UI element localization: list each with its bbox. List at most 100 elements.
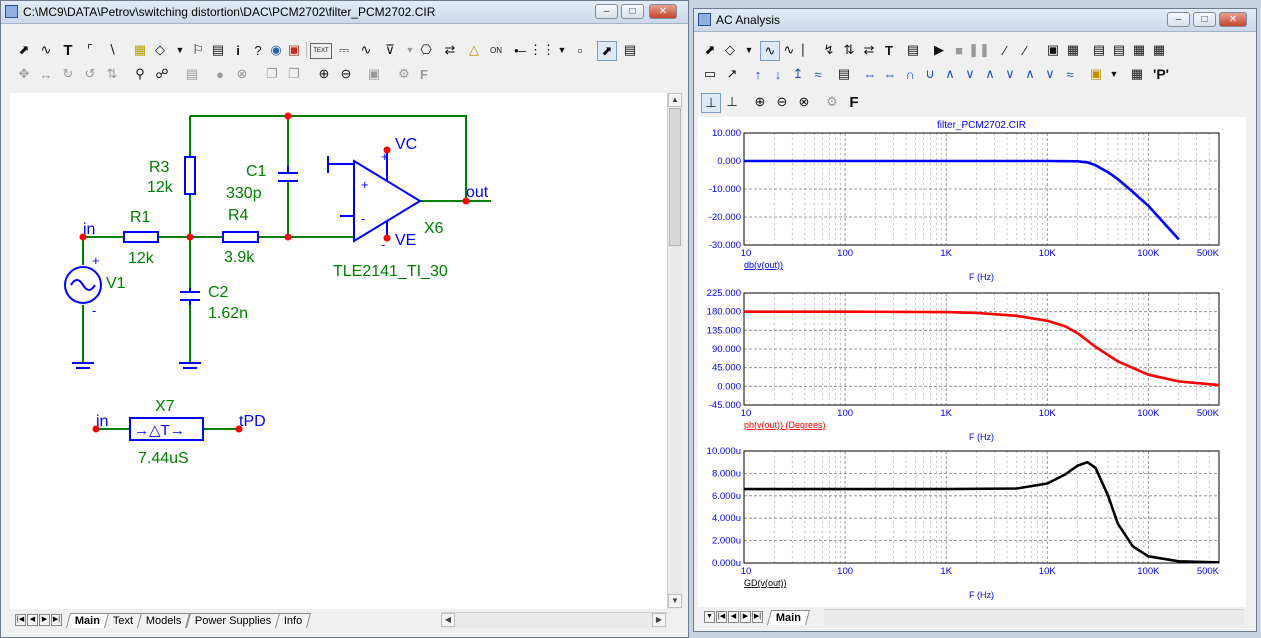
edit-icon[interactable]: ↯ (820, 41, 838, 59)
find-icon[interactable]: ⚲ (131, 65, 149, 83)
bump-icon[interactable]: ≈ (1061, 65, 1079, 83)
peak4-icon[interactable]: ∧ (1021, 65, 1039, 83)
waveform-icon[interactable]: ∿ (780, 41, 798, 59)
move-icon[interactable]: ✥ (15, 65, 33, 83)
plot-icon[interactable]: ⎸ (800, 41, 818, 59)
cursor-tool-icon[interactable]: ⬈ (597, 41, 617, 61)
cancel-icon[interactable]: ⊗ (233, 65, 251, 83)
properties-icon[interactable]: ▤ (621, 41, 639, 59)
frame-icon[interactable]: ▣ (1044, 41, 1062, 59)
camera-icon[interactable]: ▣ (365, 65, 383, 83)
pin-icon[interactable]: ∿ (357, 41, 375, 59)
plot-canvas[interactable]: filter_PCM2702.CIR 10.000 0.000 -10.000 -20.… (698, 117, 1246, 607)
cursor-icon[interactable]: ↗ (723, 65, 741, 83)
rotate-icon[interactable]: ↻ (59, 65, 77, 83)
stop-icon[interactable]: ● (211, 65, 229, 83)
valley2-icon[interactable]: ∨ (961, 65, 979, 83)
peak3-icon[interactable]: ∧ (981, 65, 999, 83)
last-page-button[interactable]: ▶| (752, 611, 763, 623)
slope-up-icon[interactable]: ∩ (901, 65, 919, 83)
grid2-icon[interactable]: ▤ (1090, 41, 1108, 59)
paste-icon[interactable]: ❐ (285, 65, 303, 83)
scroll-left-button[interactable]: ◀ (441, 613, 455, 627)
tab-models[interactable]: Models (137, 612, 191, 628)
mirror-icon[interactable]: ↔ (37, 65, 55, 83)
scroll-up-button[interactable]: ▲ (668, 93, 682, 107)
dropdown-icon[interactable]: ▼ (171, 41, 189, 59)
close-button[interactable]: ✕ (649, 4, 677, 19)
valley4-icon[interactable]: ∨ (1041, 65, 1059, 83)
zoom-in-icon[interactable]: ⊕ (751, 93, 769, 111)
chart-icon[interactable]: ▤ (835, 65, 853, 83)
stop-icon[interactable]: ■ (950, 41, 968, 59)
scale-x-icon[interactable]: ⊥ (701, 93, 721, 113)
split-icon[interactable]: ⇄ (860, 41, 878, 59)
pause-icon[interactable]: ❚❚ (968, 41, 990, 59)
text-tool-icon[interactable]: T (880, 41, 898, 59)
peak-icon[interactable]: ↑ (749, 65, 767, 83)
tab-power-supplies[interactable]: Power Supplies (185, 612, 281, 628)
close-button[interactable]: ✕ (1219, 12, 1247, 27)
font-icon[interactable]: F (415, 65, 433, 83)
wave-icon[interactable]: ≈ (809, 65, 827, 83)
high-icon[interactable]: ↥ (789, 65, 807, 83)
prev-icon[interactable]: ⇔ (881, 65, 899, 83)
table-icon[interactable]: ▦ (1128, 65, 1146, 83)
line2-icon[interactable]: ∕ (1016, 41, 1034, 59)
schematic-titlebar[interactable]: C:\MC9\DATA\Petrov\switching distortion\… (1, 1, 688, 24)
flag-icon[interactable]: ▦ (131, 41, 149, 59)
p-icon[interactable]: 'P' (1152, 65, 1170, 83)
dropdown3-icon[interactable]: ▼ (553, 41, 571, 59)
peak2-icon[interactable]: ∧ (941, 65, 959, 83)
node-number-icon[interactable]: ⎔ (417, 41, 435, 59)
scroll-down-button[interactable]: ▼ (668, 594, 682, 608)
schematic-canvas[interactable]: + - + - + - →△T→ R1 12k R3 12k R4 3.9k C… (10, 93, 667, 609)
text-button[interactable]: TEXT (310, 43, 332, 59)
next-icon[interactable]: ⇔ (861, 65, 879, 83)
analysis-horizontal-scrollbar[interactable] (824, 609, 1244, 625)
valley3-icon[interactable]: ∨ (1001, 65, 1019, 83)
properties-icon[interactable]: ▤ (904, 41, 922, 59)
maximize-button[interactable]: □ (621, 4, 644, 19)
analysis-titlebar[interactable]: AC Analysis – □ ✕ (694, 9, 1256, 32)
grid-icon[interactable]: ▤ (209, 41, 227, 59)
dotgrid-icon[interactable]: ⋮⋮ (529, 41, 555, 59)
component-icon[interactable]: ◇ (721, 41, 739, 59)
pin-connect-icon[interactable]: •– (511, 41, 529, 59)
menu-button[interactable]: ▼ (704, 611, 715, 623)
component-icon[interactable]: ◇ (151, 41, 169, 59)
window-icon[interactable]: ▫ (571, 41, 589, 59)
attr-icon[interactable]: ⎓ (335, 41, 353, 59)
grid3-icon[interactable]: ▤ (1110, 41, 1128, 59)
schematic-vertical-scrollbar[interactable]: ▲ ▼ (667, 93, 683, 609)
globe-icon[interactable]: ◉ (267, 41, 285, 59)
grid4-icon[interactable]: ▦ (1130, 41, 1148, 59)
first-page-button[interactable]: |◀ (716, 611, 727, 623)
rect-icon[interactable]: ▭ (701, 65, 719, 83)
maximize-button[interactable]: □ (1193, 12, 1216, 27)
next-page-button[interactable]: ▶ (740, 611, 751, 623)
tab-info[interactable]: Info (275, 612, 312, 628)
dropdown-icon[interactable]: ▼ (740, 41, 758, 59)
tab-main[interactable]: Main (65, 612, 110, 628)
select-arrow-icon[interactable]: ⬈ (701, 41, 719, 59)
dropdown2-icon[interactable]: ▼ (1105, 65, 1123, 83)
minimize-button[interactable]: – (595, 4, 618, 19)
probe-icon[interactable]: ⊽ (381, 41, 399, 59)
text-tool-icon[interactable]: T (59, 41, 77, 59)
zoom-out-icon[interactable]: ⊖ (337, 65, 355, 83)
next-page-button[interactable]: ▶ (39, 614, 50, 626)
tab-main[interactable]: Main (766, 609, 811, 625)
wire-ortho-icon[interactable]: ⌜ (81, 41, 99, 59)
scroll-thumb[interactable] (669, 108, 681, 246)
copy-icon[interactable]: ❐ (263, 65, 281, 83)
scroll-right-button[interactable]: ▶ (652, 613, 666, 627)
prev-page-button[interactable]: ◀ (728, 611, 739, 623)
flip-v-icon[interactable]: ⇅ (103, 65, 121, 83)
font-icon[interactable]: F (845, 93, 863, 111)
last-page-button[interactable]: ▶| (51, 614, 62, 626)
run-icon[interactable]: ▶ (930, 41, 948, 59)
zoom-fit-icon[interactable]: ⊗ (795, 93, 813, 111)
line-tool-icon[interactable]: ∖ (103, 41, 121, 59)
flag2-icon[interactable]: ⚐ (189, 41, 207, 59)
